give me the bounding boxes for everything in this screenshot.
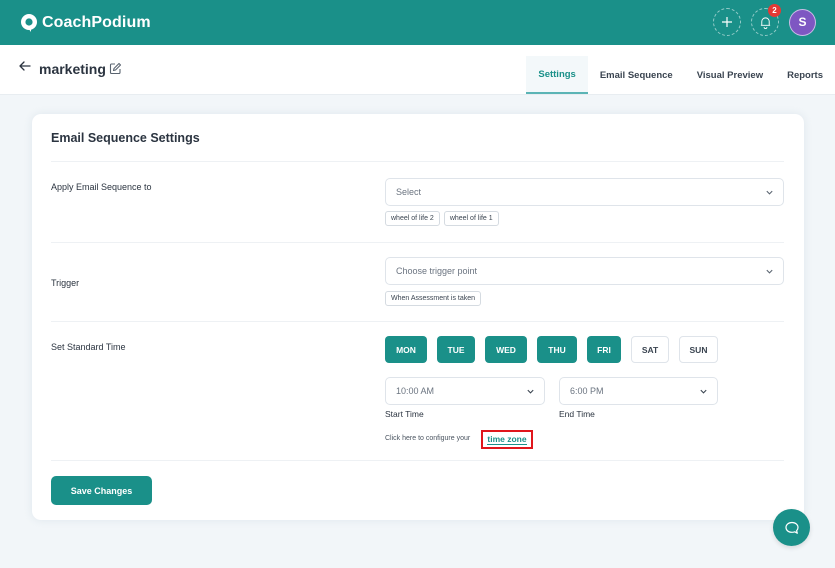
trigger-label: Trigger (51, 278, 80, 288)
edit-title-button[interactable] (109, 62, 122, 75)
chat-button[interactable] (773, 509, 810, 546)
end-time-label: End Time (559, 409, 595, 419)
day-fri[interactable]: FRI (587, 336, 621, 363)
start-time-value: 10:00 AM (396, 386, 435, 396)
chat-bubble-icon (784, 521, 799, 534)
chip-wheel-of-life-1[interactable]: wheel of life 1 (443, 211, 499, 226)
apply-sequence-select[interactable]: Select (385, 178, 784, 206)
day-sun[interactable]: SUN (679, 336, 718, 363)
chip-when-assessment-taken[interactable]: When Assessment is taken (385, 291, 482, 306)
chip-wheel-of-life-2[interactable]: wheel of life 2 (385, 211, 440, 226)
day-wed[interactable]: WED (485, 336, 527, 363)
divider (51, 242, 784, 243)
divider (51, 161, 784, 162)
divider (51, 321, 784, 322)
tab-bar: Settings Email Sequence Visual Preview R… (526, 56, 835, 95)
brand[interactable]: CoachPodium (19, 13, 151, 33)
chevron-down-icon (766, 190, 773, 195)
start-time-label: Start Time (385, 409, 424, 419)
tab-settings[interactable]: Settings (526, 56, 588, 94)
tab-reports[interactable]: Reports (775, 56, 835, 94)
avatar[interactable]: S (789, 8, 816, 36)
day-thu[interactable]: THU (537, 336, 577, 363)
back-button[interactable] (18, 59, 32, 73)
trigger-select[interactable]: Choose trigger point (385, 257, 784, 285)
chevron-down-icon (700, 389, 707, 394)
settings-card: Email Sequence Settings Apply Email Sequ… (32, 114, 804, 520)
logo-icon (19, 13, 39, 33)
start-time-select[interactable]: 10:00 AM (385, 377, 545, 405)
day-mon[interactable]: MON (385, 336, 427, 363)
notifications-button[interactable]: 2 (751, 4, 781, 36)
day-sat[interactable]: SAT (631, 336, 669, 363)
timezone-link-text: time zone (487, 434, 527, 445)
edit-icon (109, 62, 122, 75)
trigger-chips: When Assessment is taken (385, 291, 485, 306)
chevron-down-icon (527, 389, 534, 394)
save-changes-button[interactable]: Save Changes (51, 476, 152, 505)
timezone-help-text: Click here to configure your (385, 435, 471, 442)
top-navbar: CoachPodium 2 S (0, 0, 835, 45)
tab-email-sequence[interactable]: Email Sequence (588, 56, 685, 94)
card-title: Email Sequence Settings (51, 131, 200, 145)
apply-sequence-label: Apply Email Sequence to (51, 182, 152, 192)
brand-name: CoachPodium (42, 13, 151, 31)
timezone-link[interactable]: time zone (481, 430, 533, 449)
apply-sequence-chips: wheel of life 2 wheel of life 1 (385, 211, 503, 226)
add-button[interactable] (713, 8, 741, 36)
day-tue[interactable]: TUE (437, 336, 475, 363)
chevron-down-icon (766, 269, 773, 274)
notification-badge: 2 (768, 4, 781, 17)
standard-time-label: Set Standard Time (51, 342, 126, 352)
tab-visual-preview[interactable]: Visual Preview (685, 56, 775, 94)
day-selector: MON TUE WED THU FRI SAT SUN (385, 336, 718, 363)
apply-sequence-placeholder: Select (396, 187, 422, 197)
arrow-left-icon (19, 61, 31, 71)
page-title: marketing (39, 61, 106, 77)
page-header: marketing Settings Email Sequence Visual… (0, 45, 835, 95)
plus-icon (722, 17, 732, 27)
trigger-placeholder: Choose trigger point (396, 266, 478, 276)
end-time-value: 6:00 PM (570, 386, 604, 396)
end-time-select[interactable]: 6:00 PM (559, 377, 718, 405)
divider (51, 460, 784, 461)
bell-icon (760, 16, 770, 29)
